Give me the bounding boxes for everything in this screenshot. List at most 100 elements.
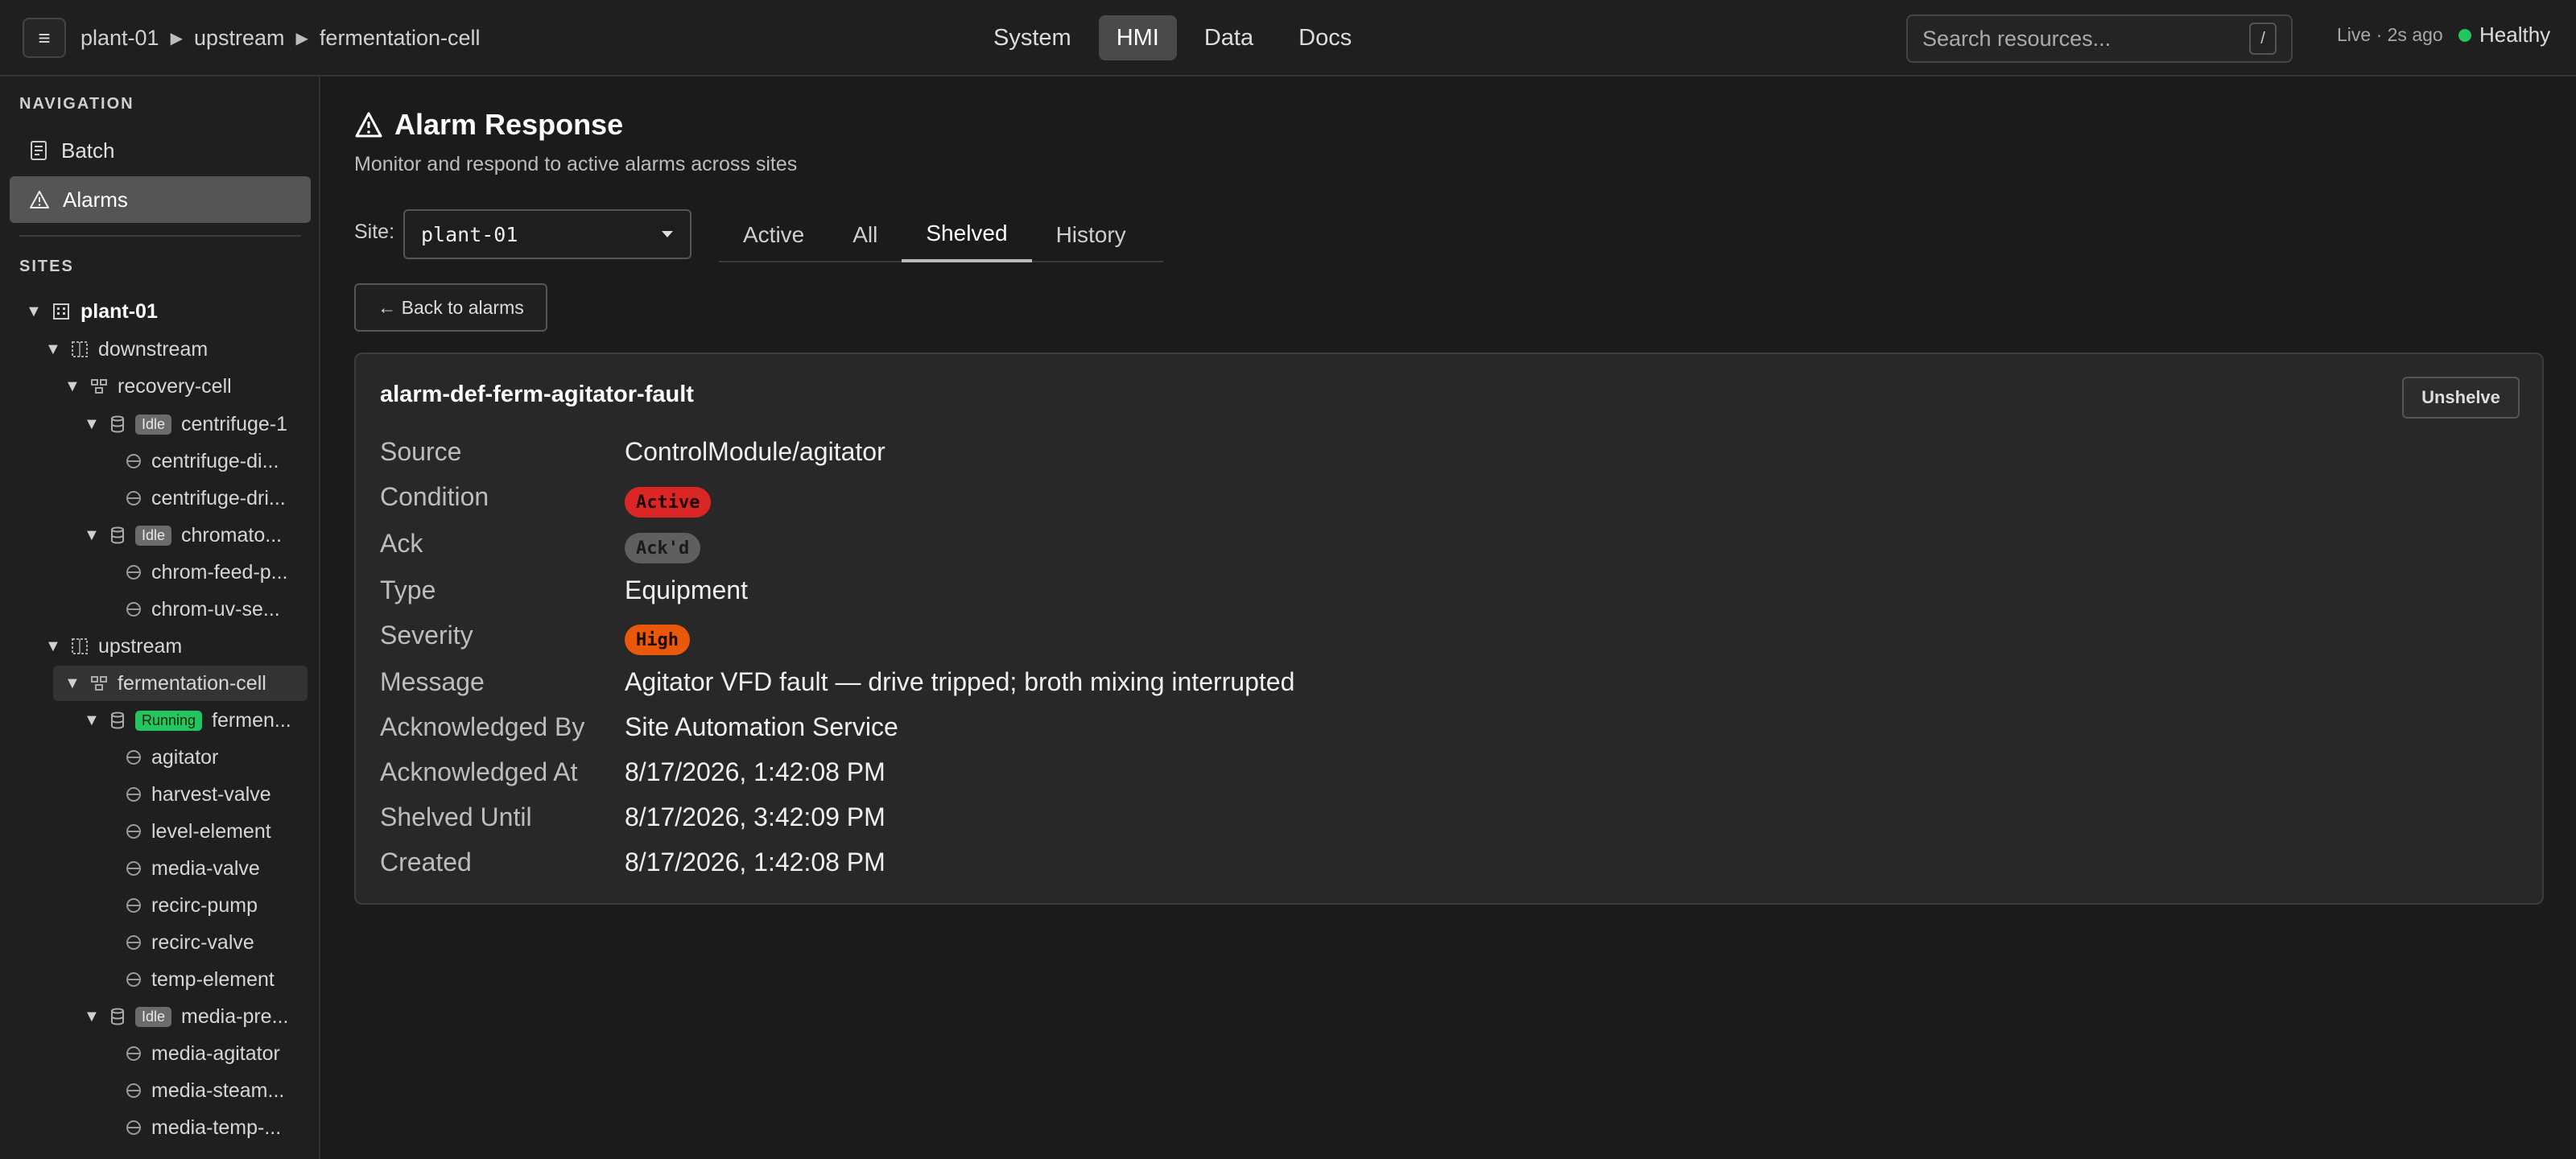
tree-node-label: centrifuge-1 [181,412,288,435]
nav-system[interactable]: System [976,15,1089,60]
tab-all[interactable]: All [828,208,902,262]
expand-triangle-icon[interactable]: ▼ [84,526,100,545]
expand-triangle-icon[interactable]: ▼ [64,377,80,396]
top-nav: System HMI Data Docs [976,15,1369,60]
status-badge: Idle [135,1006,172,1027]
site-select[interactable]: plant-01 [403,209,691,259]
tree-node-module[interactable]: media-temp-... [126,1110,281,1145]
sidebar-item-label: Batch [61,138,115,163]
page-subtitle: Monitor and respond to active alarms acr… [354,153,798,175]
status-badge: Running [135,710,203,731]
breadcrumb-plant[interactable]: plant-01 [80,26,159,51]
expand-triangle-icon[interactable]: ▼ [84,711,100,730]
message-value: Agitator VFD fault — drive tripped; brot… [625,667,1295,696]
area-icon [71,340,89,358]
module-icon [126,490,142,506]
type-label: Type [380,575,436,604]
tab-active[interactable]: Active [719,208,828,262]
live-status: Live · 2s ago [2337,24,2443,45]
tree-node-module[interactable]: agitator [126,740,218,775]
module-icon [126,453,142,469]
tree-node-unit[interactable]: ▼ Idle centrifuge-1 [84,406,287,442]
tree-node-label: media-pre... [181,1004,289,1028]
ack-by-label: Acknowledged By [380,712,585,741]
menu-button[interactable]: ≡ [23,18,66,58]
tree-node-label: media-temp-... [151,1116,282,1139]
cell-icon [90,674,108,692]
expand-triangle-icon[interactable]: ▼ [64,674,80,693]
health-label: Healthy [2479,23,2551,47]
unshelve-button[interactable]: Unshelve [2402,377,2520,419]
tree-node-cell[interactable]: ▼ recovery-cell [64,369,232,404]
ack-at-label: Acknowledged At [380,757,578,786]
tree-node-area[interactable]: ▼ downstream [45,332,208,367]
tab-history[interactable]: History [1032,208,1150,262]
tree-node-module[interactable]: media-agitator [126,1036,280,1071]
module-icon [126,1083,142,1099]
tree-node-unit[interactable]: ▼ Idle chromato... [84,518,282,553]
tree-node-module[interactable]: chrom-feed-p... [126,555,288,590]
tree-node-unit[interactable]: ▼ Running fermen... [84,703,291,738]
back-to-alarms-button[interactable]: ← Back to alarms [354,283,547,332]
tree-node-area[interactable]: ▼ upstream [45,629,182,664]
module-icon [126,564,142,580]
source-label: Source [380,437,462,466]
tree-node-module[interactable]: centrifuge-dri... [126,481,286,516]
condition-badge: Active [625,487,712,518]
tree-node-module[interactable]: temp-element [126,962,275,997]
ack-badge: Ack'd [625,533,701,563]
tree-node-label: media-valve [151,856,260,880]
module-icon [126,934,142,951]
breadcrumb: plant-01 ▶ upstream ▶ fermentation-cell [80,0,481,76]
expand-triangle-icon[interactable]: ▼ [45,340,61,359]
tree-node-label: recirc-valve [151,930,254,954]
alarm-detail-card: alarm-def-ferm-agitator-fault Unshelve S… [354,353,2544,905]
tab-shelved[interactable]: Shelved [902,208,1032,262]
source-value: ControlModule/agitator [625,437,886,466]
tree-node-label: fermen... [212,708,291,732]
expand-triangle-icon[interactable]: ▼ [45,637,61,656]
expand-triangle-icon[interactable]: ▼ [84,1008,100,1026]
shortcut-hint: / [2249,23,2277,55]
sidebar: NAVIGATION Batch Alarms SITES ▼ plant-01… [0,76,320,1159]
tree-node-site[interactable]: ▼ plant-01 [26,294,158,329]
tree-node-module[interactable]: recirc-pump [126,888,258,923]
chevron-down-icon [661,230,674,238]
tree-node-module[interactable]: recirc-valve [126,925,254,960]
breadcrumb-area[interactable]: upstream [194,26,285,51]
sidebar-item-batch[interactable]: Batch [10,127,311,174]
tree-node-label: recirc-pump [151,893,258,917]
nav-docs[interactable]: Docs [1281,15,1369,60]
tree-node-label: chromato... [181,523,283,547]
hamburger-icon: ≡ [38,25,51,50]
tree-node-module[interactable]: level-element [126,814,271,849]
tree-node-label: temp-element [151,967,275,991]
created-label: Created [380,848,472,876]
tree-node-label: chrom-uv-se... [151,597,280,621]
breadcrumb-cell[interactable]: fermentation-cell [320,26,481,51]
search-input[interactable] [1922,26,2249,52]
status-dot-icon [2458,28,2471,42]
tree-node-module[interactable]: harvest-valve [126,777,271,812]
tree-node-cell-selected[interactable]: ▼ fermentation-cell [53,666,308,701]
tree-node-label: level-element [151,819,271,843]
database-icon [109,711,126,729]
tree-node-unit[interactable]: ▼ Idle media-pre... [84,999,288,1034]
ack-at-value: 8/17/2026, 1:42:08 PM [625,757,886,786]
page-title-text: Alarm Response [394,108,624,141]
tree-node-label: media-steam... [151,1079,285,1102]
sidebar-item-alarms[interactable]: Alarms [10,176,311,223]
site-select-value: plant-01 [421,222,518,246]
tree-node-module[interactable]: centrifuge-di... [126,443,279,479]
expand-triangle-icon[interactable]: ▼ [84,415,100,434]
expand-triangle-icon[interactable]: ▼ [26,303,42,321]
ack-label: Ack [380,529,423,558]
nav-hmi[interactable]: HMI [1098,15,1177,60]
tree-node-label: upstream [98,634,183,658]
tree-node-module[interactable]: chrom-uv-se... [126,592,280,627]
tree-node-module[interactable]: media-steam... [126,1073,284,1108]
nav-data[interactable]: Data [1187,15,1271,60]
ack-by-value: Site Automation Service [625,712,898,741]
severity-badge: High [625,625,690,655]
tree-node-module[interactable]: media-valve [126,851,260,886]
